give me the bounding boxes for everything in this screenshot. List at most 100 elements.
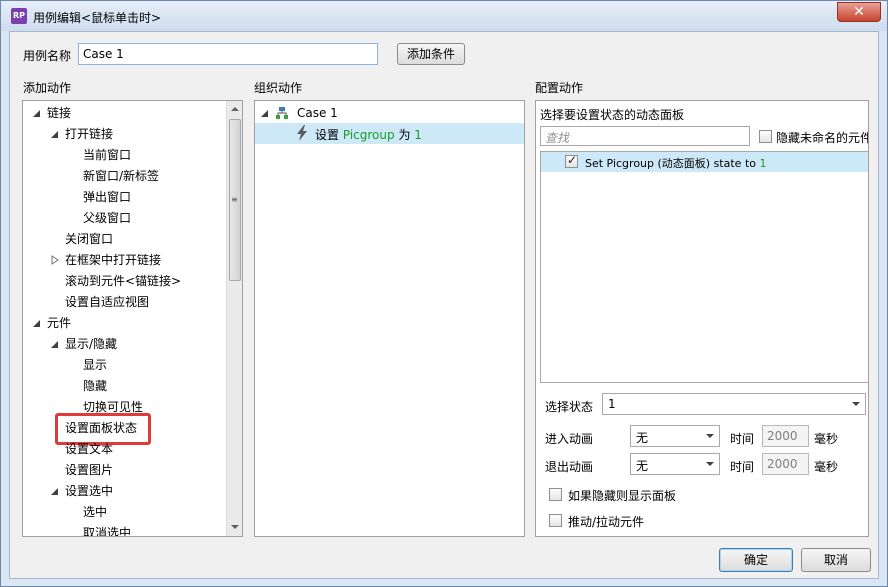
case-row[interactable]: Case 1 [255, 103, 524, 123]
case-label: Case 1 [297, 106, 338, 120]
add-action-item[interactable]: 滚动到元件<锚链接> [23, 271, 223, 291]
add-action-item[interactable]: 新窗口/新标签 [23, 166, 223, 186]
add-actions-header: 添加动作 [23, 81, 72, 95]
dynamic-panel-checkbox[interactable]: ✓ [565, 153, 578, 168]
add-action-item[interactable]: 弹出窗口 [23, 187, 223, 207]
enter-animation-dropdown[interactable]: 无 [630, 425, 720, 447]
add-action-item-label: 设置图片 [65, 463, 114, 477]
hide-unnamed-label: 隐藏未命名的元件 [776, 131, 869, 145]
dynamic-panel-list: ✓ Set Picgroup (动态面板) state to 1 [540, 151, 868, 383]
dialog-client: 用例名称 Case 1 添加条件 添加动作 组织动作 配置动作 链接 打开链接 当前… [9, 31, 879, 579]
exit-time-label: 时间 [730, 460, 755, 474]
check-mark-icon: ✓ [567, 153, 578, 167]
add-action-item-label: 设置选中 [65, 484, 114, 498]
configure-actions-panel: 选择要设置状态的动态面板 查找 隐藏未命名的元件 ✓ Set Picgroup … [535, 100, 869, 537]
case-icon [276, 107, 288, 119]
action-mid: 为 [398, 128, 411, 142]
scroll-down-arrow-icon[interactable] [231, 525, 239, 529]
action-target: Picgroup [342, 128, 395, 142]
dynamic-panel-item-value: 1 [759, 157, 767, 170]
add-condition-button[interactable]: 添加条件 [397, 43, 465, 65]
case-editor-dialog: RP 用例编辑<鼠标单击时> ✕ 用例名称 Case 1 添加条件 添加动作 组… [0, 0, 888, 587]
add-actions-tree: 链接打开链接当前窗口新窗口/新标签 弹出窗口父级窗口关闭窗口在框架中打开链接滚动到… [22, 100, 243, 537]
lightning-bolt-icon [297, 125, 307, 141]
add-action-item[interactable]: 在框架中打开链接 [23, 250, 223, 270]
enter-animation-label: 进入动画 [545, 432, 594, 446]
panel-select-title: 选择要设置状态的动态面板 [540, 108, 685, 122]
add-action-item-label: 设置文本 [65, 442, 114, 456]
window-title: 用例编辑<鼠标单击时> [33, 11, 162, 25]
add-action-item-label: 新窗口/新标签 [83, 169, 160, 183]
add-action-item[interactable]: 链接 [23, 103, 223, 123]
hide-unnamed-checkbox[interactable] [759, 130, 772, 143]
action-row-selected[interactable]: 设置 Picgroup 为 1 [255, 123, 524, 144]
add-action-item-label: 弹出窗口 [83, 190, 132, 204]
add-action-item-label: 隐藏 [83, 379, 108, 393]
exit-ms-label: 毫秒 [814, 460, 839, 474]
select-state-dropdown[interactable]: 1 [602, 393, 866, 415]
add-actions-scrollbar[interactable]: ≡ [226, 101, 242, 536]
select-state-label: 选择状态 [545, 400, 594, 414]
exit-animation-label: 退出动画 [545, 460, 594, 474]
panel-search-input[interactable]: 查找 [540, 126, 750, 146]
collapse-triangle-icon[interactable] [51, 255, 59, 265]
expand-triangle-icon[interactable] [33, 110, 40, 117]
action-prefix: 设置 [315, 128, 340, 142]
add-action-item[interactable]: 选中 [23, 502, 223, 522]
expand-triangle-icon[interactable] [51, 341, 58, 348]
push-pull-checkbox[interactable] [549, 514, 562, 527]
add-action-item[interactable]: 当前窗口 [23, 145, 223, 165]
exit-animation-dropdown[interactable]: 无 [630, 453, 720, 475]
add-action-item-label: 当前窗口 [83, 148, 132, 162]
dynamic-panel-item[interactable]: ✓ Set Picgroup (动态面板) state to 1 [541, 152, 868, 172]
add-action-item[interactable]: 父级窗口 [23, 208, 223, 228]
add-action-item[interactable]: 元件 [23, 313, 223, 333]
add-action-item[interactable]: 隐藏 [23, 376, 223, 396]
add-action-item-label: 元件 [47, 316, 72, 330]
chevron-down-icon [706, 434, 714, 438]
exit-time-input[interactable]: 2000 [762, 453, 809, 475]
add-action-item[interactable]: 设置文本 [23, 439, 223, 459]
ok-button[interactable]: 确定 [719, 548, 793, 572]
add-action-item-label: 滚动到元件<锚链接> [65, 274, 182, 288]
scroll-up-arrow-icon[interactable] [231, 107, 239, 111]
chevron-down-icon [706, 462, 714, 466]
axure-rp-icon: RP [11, 8, 27, 24]
case-name-label: 用例名称 [23, 49, 72, 63]
add-action-item[interactable]: 关闭窗口 [23, 229, 223, 249]
add-action-item[interactable]: 显示 [23, 355, 223, 375]
select-state-value: 1 [608, 397, 616, 411]
add-action-item-label: 链接 [47, 106, 72, 120]
add-action-item-label: 在框架中打开链接 [65, 253, 162, 267]
chevron-down-icon [852, 402, 860, 406]
add-action-item[interactable]: 显示/隐藏 [23, 334, 223, 354]
dynamic-panel-item-label: Set Picgroup (动态面板) state to [585, 157, 756, 170]
add-action-item[interactable]: 设置选中 [23, 481, 223, 501]
enter-animation-value: 无 [636, 431, 649, 445]
expand-triangle-icon[interactable] [261, 110, 268, 117]
add-action-item[interactable]: 打开链接 [23, 124, 223, 144]
add-action-item-label: 打开链接 [65, 127, 114, 141]
add-action-item-label: 父级窗口 [83, 211, 132, 225]
action-text: 设置 Picgroup 为 1 [315, 126, 422, 143]
enter-ms-label: 毫秒 [814, 432, 839, 446]
action-value: 1 [414, 128, 422, 142]
expand-triangle-icon[interactable] [51, 488, 58, 495]
dynamic-panel-item-text: Set Picgroup (动态面板) state to 1 [585, 155, 766, 171]
configure-actions-header: 配置动作 [535, 81, 584, 95]
cancel-button[interactable]: 取消 [801, 548, 871, 572]
grip-icon: ≡ [231, 195, 238, 204]
add-action-item[interactable]: 取消选中 [23, 523, 223, 537]
add-action-item[interactable]: 设置图片 [23, 460, 223, 480]
add-action-item[interactable]: 设置自适应视图 [23, 292, 223, 312]
expand-triangle-icon[interactable] [33, 320, 40, 327]
show-if-hidden-checkbox[interactable] [549, 488, 562, 501]
add-action-item-label: 取消选中 [83, 526, 132, 537]
close-button[interactable]: ✕ [837, 2, 881, 22]
add-action-item-label: 设置自适应视图 [65, 295, 150, 309]
case-name-input[interactable]: Case 1 [78, 43, 378, 65]
expand-triangle-icon[interactable] [51, 131, 58, 138]
enter-time-input[interactable]: 2000 [762, 425, 809, 447]
add-action-item-label: 关闭窗口 [65, 232, 114, 246]
enter-time-label: 时间 [730, 432, 755, 446]
